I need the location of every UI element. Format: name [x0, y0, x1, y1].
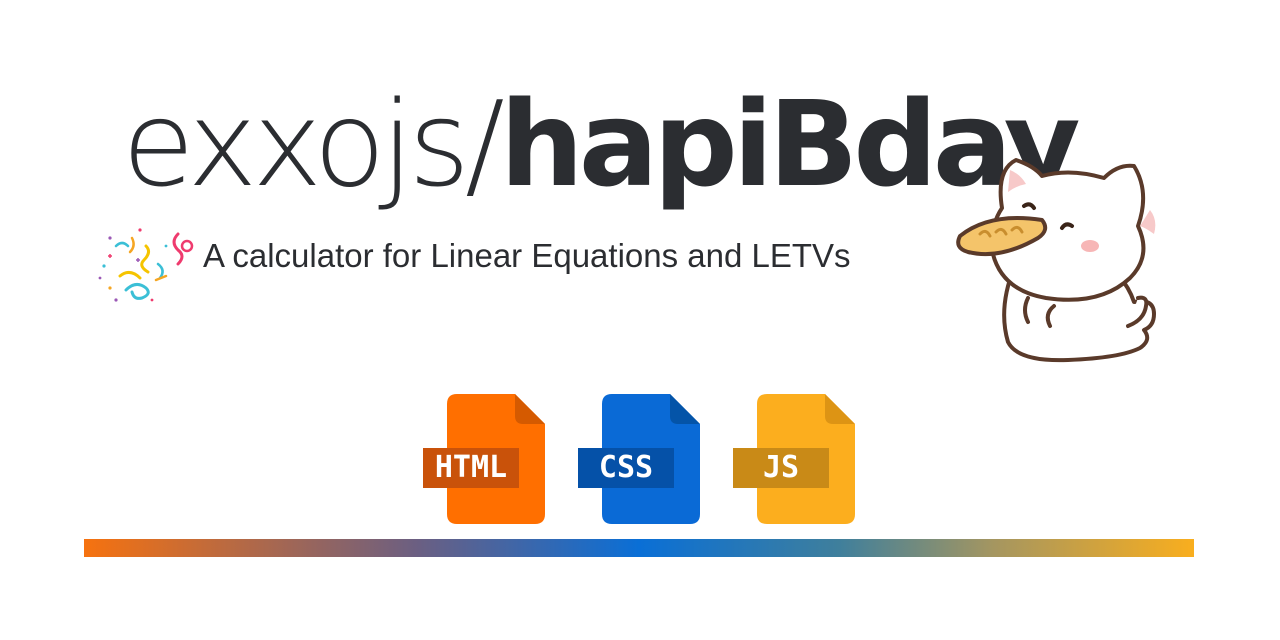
css-file-icon: CSS	[578, 392, 710, 526]
project-description: A calculator for Linear Equations and LE…	[203, 237, 851, 274]
js-file-icon: JS	[733, 392, 865, 526]
repo-owner: exxojs/	[122, 75, 505, 213]
html-label: HTML	[434, 450, 508, 485]
repo-title: exxojs/hapiBday	[122, 85, 1081, 203]
cat-mascot-icon	[950, 148, 1182, 364]
js-label: JS	[762, 450, 800, 485]
gradient-divider	[84, 539, 1194, 557]
css-label: CSS	[598, 450, 654, 485]
html-file-icon: HTML	[423, 392, 555, 526]
confetti-icon	[96, 216, 200, 306]
